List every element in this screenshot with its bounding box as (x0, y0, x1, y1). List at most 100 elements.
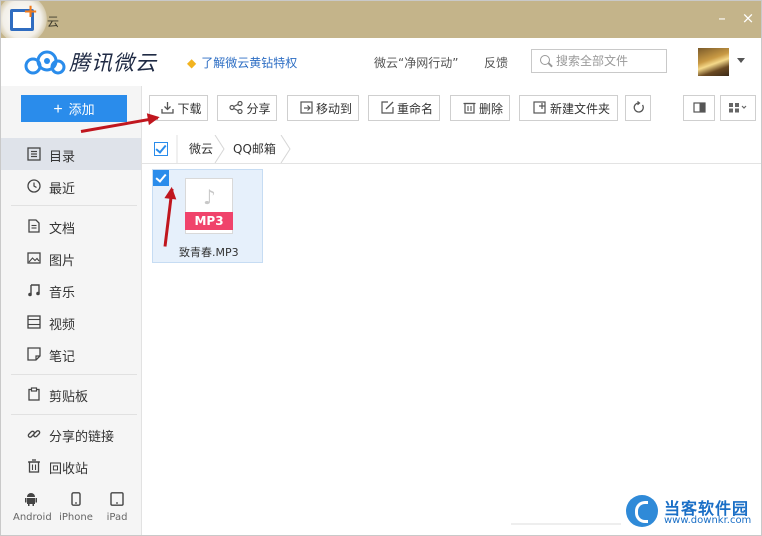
new-folder-button[interactable]: 新建文件夹 (519, 95, 618, 121)
device-label: iPad (106, 512, 128, 523)
breadcrumb-item-weiyun[interactable]: 微云 (189, 135, 213, 163)
watermark-url: www.downkr.com (664, 515, 752, 526)
status-strip (511, 523, 621, 525)
delete-label: 删除 (478, 101, 503, 116)
sidebar-item-label: 文档 (49, 222, 76, 237)
refresh-icon (633, 101, 644, 113)
music-note-icon: ♪ (203, 185, 216, 209)
share-label: 分享 (246, 101, 271, 116)
sidebar-divider (11, 374, 137, 375)
vip-promo-link[interactable]: ◆ 了解微云黄钻特权 (187, 54, 297, 71)
breadcrumb-divider (176, 135, 178, 163)
close-button[interactable]: × (739, 9, 757, 27)
window-title: 云 (47, 15, 60, 29)
sidebar-item-directory[interactable]: 目录 (1, 138, 141, 170)
audio-file-icon: ♪ MP3 (185, 178, 233, 234)
share-icon (229, 101, 244, 115)
sidebar-item-clipboard[interactable]: 剪贴板 (1, 378, 141, 410)
search-box[interactable] (531, 49, 667, 73)
search-icon (540, 55, 550, 65)
vip-promo-label: 了解微云黄钻特权 (201, 56, 298, 70)
music-icon (28, 284, 40, 297)
new-folder-icon (533, 101, 546, 114)
device-label: iPhone (59, 512, 93, 523)
chevron-right-icon (280, 135, 291, 163)
sidebar-item-label: 笔记 (49, 350, 76, 365)
file-type-badge: MP3 (185, 212, 233, 230)
app-icon-plus: + (23, 1, 39, 22)
minimize-button[interactable]: – (713, 9, 731, 27)
sidebar-item-label: 分享的链接 (49, 430, 115, 445)
sidebar-divider (11, 205, 137, 206)
ipad-icon (110, 492, 124, 506)
sidebar-item-recent[interactable]: 最近 (1, 170, 141, 202)
device-links: Android iPhone iPad (1, 486, 141, 531)
sidebar-item-music[interactable]: 音乐 (1, 274, 141, 306)
watermark: 当客软件园 www.downkr.com (626, 493, 762, 533)
app-icon: + (1, 1, 47, 43)
search-input[interactable] (556, 52, 661, 70)
sidebar: + 添加 目录 最近 文档 图片 音乐 视频 笔记 剪贴板 分享的链接 回收站 … (1, 86, 142, 535)
sidebar-item-shared-links[interactable]: 分享的链接 (1, 418, 141, 450)
trash-icon (463, 103, 476, 114)
clean-net-link[interactable]: 微云“净网行动” (374, 54, 458, 71)
link-icon (27, 430, 41, 438)
download-label: 下载 (177, 101, 202, 116)
sidebar-item-label: 音乐 (49, 286, 76, 301)
breadcrumb: 微云 QQ邮箱 (142, 135, 761, 164)
trash-icon (28, 459, 40, 473)
share-button[interactable]: 分享 (217, 95, 277, 121)
move-icon (300, 101, 313, 114)
rename-label: 重命名 (396, 101, 433, 116)
breadcrumb-item-qqmail[interactable]: QQ邮箱 (233, 135, 276, 163)
chevron-down-icon[interactable] (737, 58, 745, 63)
sidebar-item-label: 最近 (49, 182, 76, 197)
list-icon (27, 147, 41, 161)
image-icon (27, 252, 41, 264)
select-all-checkbox[interactable] (154, 142, 168, 156)
sidebar-item-notes[interactable]: 笔记 (1, 338, 141, 370)
diamond-icon: ◆ (187, 56, 197, 70)
rename-button[interactable]: 重命名 (368, 95, 440, 121)
sidebar-item-recycle-bin[interactable]: 回收站 (1, 450, 141, 482)
file-name[interactable]: 致青春.MP3 (179, 244, 239, 260)
device-ipad[interactable]: iPad (101, 486, 133, 523)
film-icon (27, 315, 41, 329)
sidebar-item-label: 图片 (49, 254, 76, 269)
move-to-label: 移动到 (315, 101, 352, 116)
sidebar-item-documents[interactable]: 文档 (1, 210, 141, 242)
add-button-label: 添加 (68, 102, 95, 117)
delete-button[interactable]: 删除 (450, 95, 510, 121)
weiyun-logo-icon (24, 50, 66, 75)
sidebar-divider (11, 414, 137, 415)
title-bar: + 云 – × (1, 1, 761, 43)
preview-pane-button[interactable] (683, 95, 715, 121)
new-folder-label: 新建文件夹 (549, 101, 610, 116)
sidebar-item-label: 目录 (49, 150, 76, 165)
move-to-button[interactable]: 移动到 (287, 95, 359, 121)
chevron-right-icon (214, 135, 225, 163)
app-window: + 云 – × 腾讯微云 ◆ 了解微云黄钻特权 微云“净网行动” 反馈 + 添加 目… (0, 0, 762, 536)
grid-view-icon (729, 103, 747, 113)
document-icon (28, 219, 40, 233)
clipboard-icon (28, 387, 40, 401)
sidebar-item-label: 回收站 (49, 462, 89, 477)
avatar[interactable] (698, 48, 729, 76)
sidebar-item-images[interactable]: 图片 (1, 242, 141, 274)
file-checkbox[interactable] (153, 170, 169, 186)
sidebar-item-label: 剪贴板 (49, 390, 89, 405)
download-icon (161, 102, 175, 114)
panel-icon (692, 102, 706, 113)
device-iphone[interactable]: iPhone (59, 486, 93, 523)
clock-icon (27, 179, 41, 193)
toolbar: 下载 分享 移动到 重命名 删除 新建文件夹 (142, 86, 761, 132)
sidebar-item-videos[interactable]: 视频 (1, 306, 141, 338)
android-icon (25, 493, 37, 506)
refresh-button[interactable] (625, 95, 651, 121)
feedback-link[interactable]: 反馈 (484, 54, 508, 71)
device-android[interactable]: Android (13, 486, 52, 523)
view-mode-button[interactable] (720, 95, 756, 121)
add-button[interactable]: + 添加 (21, 95, 127, 122)
edit-icon (381, 101, 394, 114)
brand-name: 腾讯微云 (69, 51, 157, 75)
